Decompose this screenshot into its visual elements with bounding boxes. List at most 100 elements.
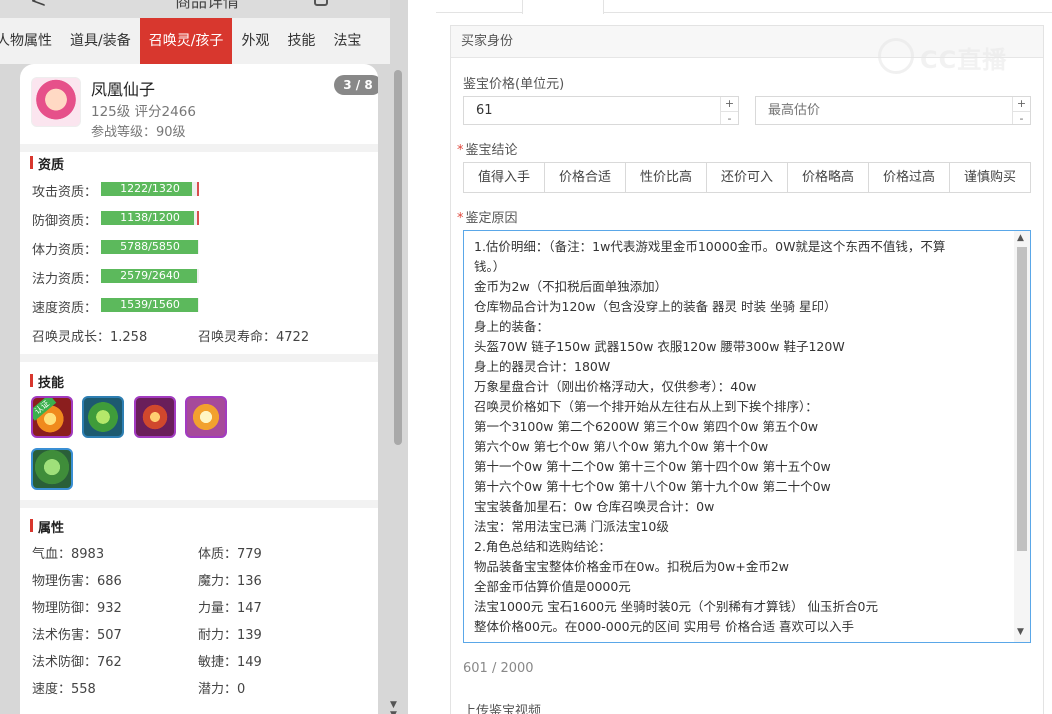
reason-line: 第六个0w 第七个0w 第八个0w 第九个0w 第十个0w — [474, 439, 769, 454]
price-input-wrap: + - — [463, 96, 739, 125]
aptitude-value: 1222/1320 — [120, 182, 180, 195]
pet-avatar — [31, 77, 81, 127]
reason-line: 第十一个0w 第十二个0w 第十三个0w 第十四个0w 第十五个0w — [474, 459, 831, 474]
pet-name: 凤凰仙子 — [91, 80, 156, 99]
reason-scrollbar[interactable]: ▲ ▼ — [1014, 231, 1030, 642]
aptitude-title: 资质 — [30, 154, 64, 173]
max-price-stepper[interactable]: + - — [1012, 97, 1030, 124]
conclusion-option[interactable]: 价格略高 — [788, 163, 869, 192]
reason-line: 物品装备宝宝整体价格金币在0w。扣税后为0w+金币2w — [474, 559, 790, 574]
price-label: 鉴宝价格(单位元) — [463, 77, 565, 92]
scroll-up-icon[interactable]: ▲ — [1017, 233, 1024, 243]
aptitude-value: 1138/1200 — [120, 211, 180, 224]
scrollbar-thumb[interactable] — [1017, 247, 1027, 551]
tab-character[interactable]: 人物属性 — [0, 18, 61, 64]
attr-constitution: 体质：779 — [198, 547, 262, 562]
upload-video-label: 上传鉴宝视频 — [463, 704, 542, 714]
tab-items[interactable]: 道具/装备 — [61, 18, 140, 64]
reason-label-text: 鉴定原因 — [465, 211, 518, 226]
reason-line: 第十六个0w 第十七个0w 第十八个0w 第十九个0w 第二十个0w — [474, 479, 831, 494]
conclusion-option[interactable]: 还价可入 — [707, 163, 788, 192]
pet-meta: 125级 评分2466 — [91, 104, 196, 120]
aptitude-label: 攻击资质： — [32, 185, 98, 200]
detail-tabs: 人物属性 道具/装备 召唤灵/孩子 外观 技能 法宝 — [0, 18, 390, 64]
top-tab[interactable] — [522, 0, 604, 14]
stream-watermark: CC直播 — [878, 36, 1018, 76]
reason-line: 身上的器灵合计：180W — [474, 359, 611, 374]
aptitude-bar: 2579/2640 — [101, 269, 199, 283]
reason-line: 法宝1000元 宝石1600元 坐骑时装0元（个别稀有才算钱） 仙玉折合0元 — [474, 599, 878, 614]
conclusion-option[interactable]: 价格过高 — [869, 163, 950, 192]
skills-title: 技能 — [30, 372, 64, 391]
back-icon[interactable]: < — [30, 0, 47, 12]
reason-line: 2.角色总结和选购结论： — [474, 539, 611, 554]
increment-icon[interactable]: + — [1013, 97, 1030, 111]
pet-lifespan: 召唤灵寿命：4722 — [198, 330, 310, 345]
attr-strength: 力量：147 — [198, 601, 262, 616]
tab-treasure[interactable]: 法宝 — [324, 18, 370, 64]
detail-header: < 商品详情 — [0, 0, 390, 18]
reason-line: 钱。） — [474, 259, 506, 274]
aptitude-label: 法力资质： — [32, 272, 98, 287]
skill-spark-icon[interactable] — [185, 396, 227, 438]
watermark-logo-icon — [878, 38, 914, 74]
appraisal-panel: 买家身份 鉴宝价格(单位元) + - + - *鉴宝结论 值得入手 价格合适 — [408, 0, 1052, 714]
product-detail-panel: < 商品详情 人物属性 道具/装备 召唤灵/孩子 外观 技能 法宝 凤凰仙子 1… — [0, 0, 408, 714]
attr-endurance: 耐力：139 — [198, 628, 262, 643]
share-icon[interactable] — [314, 0, 328, 6]
attr-magic: 魔力：136 — [198, 574, 262, 589]
skill-fire-icon[interactable]: 认证 — [31, 396, 73, 438]
detail-scrollbar[interactable]: ▼ ▼ — [390, 62, 403, 714]
attr-phys-dmg: 物理伤害：686 — [32, 574, 122, 589]
watermark-text: CC直播 — [920, 46, 1008, 74]
pet-card: 凤凰仙子 125级 评分2466 参战等级：90级 3 / 8 资质 攻击资质：… — [20, 64, 378, 714]
tab-summons[interactable]: 召唤灵/孩子 — [139, 18, 233, 64]
skill-poison-icon[interactable] — [82, 396, 124, 438]
aptitude-value: 1539/1560 — [120, 298, 180, 311]
reason-text: 1.估价明细：（备注：1w代表游戏里金币10000金币。0W就是这个东西不值钱，… — [474, 237, 1010, 637]
decrement-icon[interactable]: - — [1013, 110, 1030, 124]
reason-line: 召唤灵价格如下（第一个排开始从左往右从上到下挨个排序）： — [474, 399, 818, 414]
conclusion-option[interactable]: 价格合适 — [545, 163, 626, 192]
skill-swirl-icon[interactable] — [134, 396, 176, 438]
scrollbar-thumb[interactable] — [394, 70, 402, 445]
required-mark: * — [457, 211, 464, 226]
conclusion-options: 值得入手 价格合适 性价比高 还价可入 价格略高 价格过高 谨慎购买 — [463, 162, 1031, 193]
reason-line: 身上的装备： — [474, 319, 550, 334]
conclusion-option[interactable]: 值得入手 — [464, 163, 545, 192]
pet-growth: 召唤灵成长：1.258 — [32, 330, 148, 345]
attr-speed: 速度：558 — [32, 682, 96, 697]
reason-textarea[interactable]: 1.估价明细：（备注：1w代表游戏里金币10000金币。0W就是这个东西不值钱，… — [463, 230, 1031, 643]
scroll-down-icon[interactable]: ▼ — [1017, 627, 1024, 637]
aptitude-label: 体力资质： — [32, 243, 98, 258]
conclusion-option[interactable]: 谨慎购买 — [950, 163, 1030, 192]
max-price-input[interactable] — [756, 97, 1030, 124]
reason-line: 法宝：常用法宝已满 门派法宝10级 — [474, 519, 669, 534]
attr-spell-def: 法术防御：762 — [32, 655, 122, 670]
reason-line: 第一个3100w 第二个6200W 第三个0w 第四个0w 第五个0w — [474, 419, 819, 434]
attr-potential: 潜力：0 — [198, 682, 246, 697]
price-input[interactable] — [464, 97, 738, 124]
scroll-down-icon[interactable]: ▼ ▼ — [390, 700, 403, 714]
conclusion-option[interactable]: 性价比高 — [626, 163, 707, 192]
conclusion-label-text: 鉴宝结论 — [465, 143, 518, 158]
conclusion-label: * 鉴宝结论 — [457, 139, 518, 158]
tab-skills[interactable]: 技能 — [278, 18, 324, 64]
skill-beast-icon[interactable] — [31, 448, 73, 490]
aptitude-bar: 5788/5850 — [101, 240, 199, 254]
aptitude-bar: 1222/1320 — [101, 182, 199, 196]
tab-appearance[interactable]: 外观 — [232, 18, 278, 64]
decrement-icon[interactable]: - — [721, 110, 738, 124]
attributes-title: 属性 — [30, 517, 64, 536]
increment-icon[interactable]: + — [721, 97, 738, 111]
reason-line: 金币为2w（不扣税后面单独添加） — [474, 279, 668, 294]
certified-badge: 认证 — [33, 398, 57, 421]
app-root: < 商品详情 人物属性 道具/装备 召唤灵/孩子 外观 技能 法宝 凤凰仙子 1… — [0, 0, 1052, 714]
aptitude-bar: 1138/1200 — [101, 211, 199, 225]
attr-spell-dmg: 法术伤害：507 — [32, 628, 122, 643]
divider — [20, 144, 378, 152]
reason-line: 头盔70W 链子150w 武器150w 衣服120w 腰带300w 鞋子120W — [474, 339, 845, 354]
aptitude-bar: 1539/1560 — [101, 298, 199, 312]
max-price-input-wrap: + - — [755, 96, 1031, 125]
price-stepper[interactable]: + - — [720, 97, 738, 124]
